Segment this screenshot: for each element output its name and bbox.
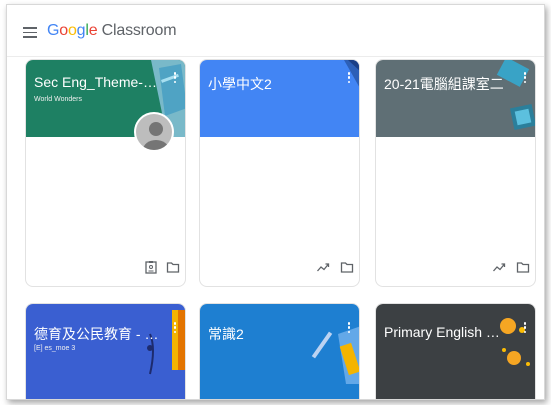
app-logo[interactable]: Google Classroom [47, 22, 177, 40]
brand-letter: G [47, 22, 60, 39]
class-card-title[interactable]: Sec Eng_Theme-bas... [34, 74, 159, 90]
class-card-title[interactable]: 20-21電腦組課室二 [384, 74, 509, 94]
class-card-title[interactable]: 常識2 [208, 324, 333, 344]
class-card[interactable]: 常識2 [199, 303, 360, 399]
brand-suffix: Classroom [97, 22, 177, 39]
assignment-icon[interactable] [144, 260, 158, 274]
person-icon [143, 122, 169, 150]
class-card-banner[interactable]: 小學中文2 [200, 60, 359, 137]
brand-letter: o [59, 22, 68, 39]
class-card-banner[interactable]: 常識2 [200, 304, 359, 399]
class-card-title[interactable]: 德育及公民教育 - 教... [34, 324, 159, 344]
more-options-icon[interactable] [523, 322, 527, 336]
folder-icon[interactable] [166, 260, 180, 274]
banner-illustration [311, 326, 359, 384]
class-card-banner[interactable]: 德育及公民教育 - 教... [E] es_moe 3 [26, 304, 185, 399]
class-card-banner[interactable]: Primary English Reso... [376, 304, 535, 399]
class-card-banner[interactable]: 20-21電腦組課室二 [376, 60, 535, 137]
class-card-subtitle: [E] es_moe 3 [34, 345, 76, 352]
class-card[interactable]: 20-21電腦組課室二 [375, 59, 536, 287]
banner-illustration [344, 60, 359, 87]
banner-illustration [147, 310, 185, 375]
class-card[interactable]: 德育及公民教育 - 教... [E] es_moe 3 [25, 303, 186, 399]
classroom-window: Google Classroom Sec Eng_Theme-bas... Wo… [6, 4, 545, 400]
more-options-icon[interactable] [173, 322, 177, 336]
more-options-icon[interactable] [347, 72, 351, 86]
teacher-avatar[interactable] [134, 112, 174, 152]
class-card[interactable]: Sec Eng_Theme-bas... World Wonders [25, 59, 186, 287]
top-app-bar: Google Classroom [7, 5, 544, 57]
trend-icon[interactable] [316, 260, 330, 274]
brand-letter: o [67, 22, 77, 39]
banner-illustration [500, 318, 530, 366]
hamburger-menu-icon[interactable] [23, 27, 37, 38]
more-options-icon[interactable] [347, 322, 351, 336]
class-card-footer [26, 248, 185, 286]
class-card-footer [200, 248, 359, 286]
class-card-subtitle: World Wonders [34, 96, 82, 103]
trend-icon[interactable] [492, 260, 506, 274]
class-card-footer [376, 248, 535, 286]
class-card[interactable]: 小學中文2 [199, 59, 360, 287]
more-options-icon[interactable] [173, 72, 177, 86]
banner-illustration [496, 60, 535, 131]
class-card-title[interactable]: 小學中文2 [208, 74, 333, 94]
class-card-title[interactable]: Primary English Reso... [384, 324, 509, 340]
more-options-icon[interactable] [523, 72, 527, 86]
folder-icon[interactable] [340, 260, 354, 274]
class-card[interactable]: Primary English Reso... [375, 303, 536, 399]
folder-icon[interactable] [516, 260, 530, 274]
